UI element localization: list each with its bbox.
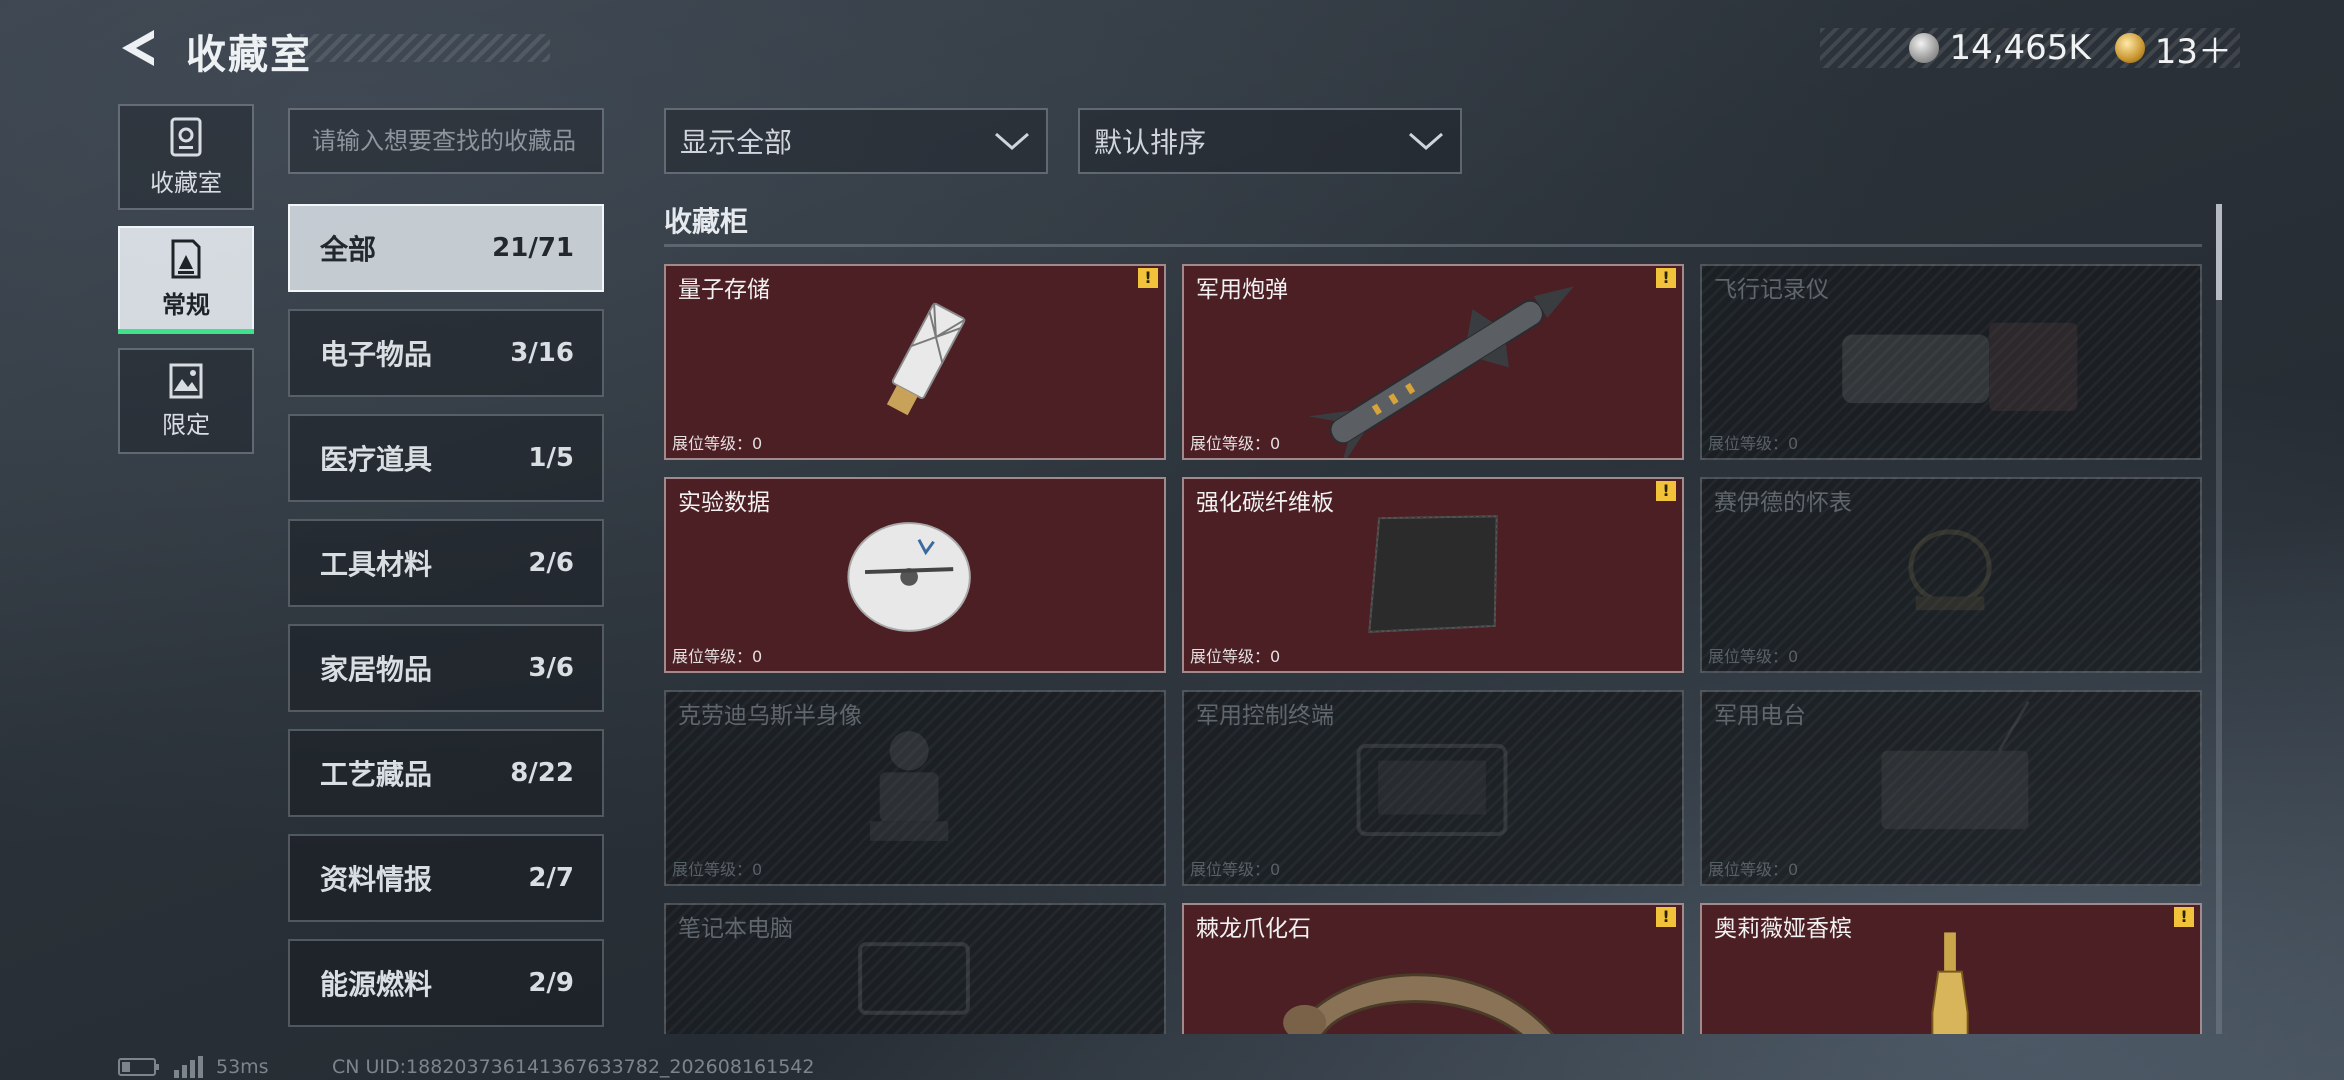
sort-dropdown[interactable]: 默认排序: [1078, 108, 1462, 174]
card-name: 军用炮弹: [1196, 277, 1288, 303]
search-input-box[interactable]: [288, 108, 604, 174]
category-count: 21/71: [492, 233, 574, 263]
card-level: 展位等级：0: [1190, 647, 1281, 666]
card-level: 展位等级：0: [1190, 860, 1281, 879]
category-count: 8/22: [510, 758, 574, 788]
alert-icon: !: [1656, 268, 1676, 288]
card-level: 展位等级：0: [672, 860, 763, 879]
collection-grid: 量子存储 ! 展位等级：0 军用炮弹 ! 展位等级：0 飞行记录仪 展位等级：0: [664, 264, 2202, 1034]
sidenav-item-label: 收藏室: [150, 168, 222, 197]
filter-dropdown[interactable]: 显示全部: [664, 108, 1048, 174]
vault-icon: [170, 117, 202, 156]
sidenav-item-regular[interactable]: 常规: [118, 226, 254, 334]
collection-card[interactable]: 量子存储 ! 展位等级：0: [664, 264, 1166, 460]
card-level: 展位等级：0: [1708, 860, 1799, 879]
sidenav-item-vault[interactable]: 收藏室: [118, 104, 254, 210]
back-arrow-icon[interactable]: [116, 26, 160, 70]
silver-coin-icon: [1909, 33, 1940, 63]
category-count: 3/16: [510, 338, 574, 368]
category-name: 工艺藏品: [320, 758, 433, 791]
section-title: 收藏柜: [664, 205, 749, 238]
sidenav-item-label: 常规: [162, 290, 210, 319]
gold-coin-icon: [2114, 33, 2145, 63]
card-level: 展位等级：0: [672, 434, 763, 453]
category-name: 全部: [320, 233, 377, 266]
battery-icon: [118, 1058, 159, 1076]
collection-card[interactable]: 军用炮弹 ! 展位等级：0: [1182, 264, 1684, 460]
scrollbar-thumb[interactable]: [2216, 204, 2222, 300]
category-name: 资料情报: [320, 863, 433, 896]
card-name: 量子存储: [678, 277, 770, 303]
category-name: 电子物品: [320, 338, 433, 371]
category-energy[interactable]: 能源燃料 2/9: [288, 939, 604, 1027]
collection-card[interactable]: 笔记本电脑: [664, 903, 1166, 1034]
card-level: 展位等级：0: [1190, 434, 1281, 453]
category-household[interactable]: 家居物品 3/6: [288, 624, 604, 712]
category-crafts[interactable]: 工艺藏品 8/22: [288, 729, 604, 817]
card-name: 克劳迪乌斯半身像: [678, 703, 862, 729]
card-name: 笔记本电脑: [678, 916, 793, 942]
sidenav-item-limited[interactable]: 限定: [118, 348, 254, 454]
category-all[interactable]: 全部 21/71: [288, 204, 604, 292]
section-divider: [664, 244, 2202, 247]
status-bar: 53ms: [118, 1056, 269, 1078]
page-title: 收藏室: [186, 32, 312, 78]
search-input[interactable]: [312, 127, 580, 155]
sort-dropdown-value: 默认排序: [1094, 126, 1207, 159]
collection-card[interactable]: 克劳迪乌斯半身像 展位等级：0: [664, 690, 1166, 886]
category-count: 3/6: [528, 653, 574, 683]
category-name: 家居物品: [320, 653, 433, 686]
category-name: 医疗道具: [320, 443, 433, 476]
card-name: 强化碳纤维板: [1196, 490, 1334, 516]
collection-card[interactable]: 奥莉薇娅香槟 !: [1700, 903, 2202, 1034]
collection-icon: [171, 239, 201, 278]
alert-icon: !: [1656, 907, 1676, 927]
filter-dropdown-value: 显示全部: [680, 126, 793, 159]
category-name: 工具材料: [320, 548, 433, 581]
card-name: 棘龙爪化石: [1196, 916, 1311, 942]
scrollbar-track[interactable]: [2216, 204, 2222, 1034]
category-medical[interactable]: 医疗道具 1/5: [288, 414, 604, 502]
category-count: 2/7: [528, 863, 574, 893]
category-count: 2/6: [528, 548, 574, 578]
category-count: 1/5: [528, 443, 574, 473]
collection-card[interactable]: 强化碳纤维板 ! 展位等级：0: [1182, 477, 1684, 673]
category-electronics[interactable]: 电子物品 3/16: [288, 309, 604, 397]
card-name: 飞行记录仪: [1714, 277, 1829, 303]
silver-currency-value: 14,465K: [1949, 28, 2091, 68]
chevron-down-icon: [1409, 132, 1443, 150]
category-count: 2/9: [528, 968, 574, 998]
currency-bar: 14,465K 13＋: [1820, 28, 2240, 72]
signal-icon: [174, 1056, 203, 1078]
category-tools[interactable]: 工具材料 2/6: [288, 519, 604, 607]
title-decoration: [300, 34, 550, 62]
card-name: 赛伊德的怀表: [1714, 490, 1852, 516]
category-name: 能源燃料: [320, 968, 433, 1001]
collection-card[interactable]: 飞行记录仪 展位等级：0: [1700, 264, 2202, 460]
card-name: 军用控制终端: [1196, 703, 1334, 729]
alert-icon: !: [1138, 268, 1158, 288]
uid-text: CN UID:188203736141367633782_20260816154…: [332, 1056, 815, 1078]
card-level: 展位等级：0: [672, 647, 763, 666]
collection-card[interactable]: 实验数据 展位等级：0: [664, 477, 1166, 673]
alert-icon: !: [2174, 907, 2194, 927]
card-name: 实验数据: [678, 490, 770, 516]
collection-card[interactable]: 棘龙爪化石 !: [1182, 903, 1684, 1034]
alert-icon: !: [1656, 481, 1676, 501]
collection-card[interactable]: 军用控制终端 展位等级：0: [1182, 690, 1684, 886]
card-level: 展位等级：0: [1708, 434, 1799, 453]
card-name: 军用电台: [1714, 703, 1806, 729]
landscape-icon: [169, 363, 203, 398]
ping-value: 53ms: [216, 1056, 269, 1078]
gold-currency-value: 13＋: [2154, 31, 2232, 72]
chevron-down-icon: [995, 132, 1029, 150]
collection-card[interactable]: 赛伊德的怀表 展位等级：0: [1700, 477, 2202, 673]
collection-card[interactable]: 军用电台 展位等级：0: [1700, 690, 2202, 886]
category-intel[interactable]: 资料情报 2/7: [288, 834, 604, 922]
sidenav-item-label: 限定: [162, 410, 210, 439]
card-name: 奥莉薇娅香槟: [1714, 916, 1852, 942]
card-level: 展位等级：0: [1708, 647, 1799, 666]
